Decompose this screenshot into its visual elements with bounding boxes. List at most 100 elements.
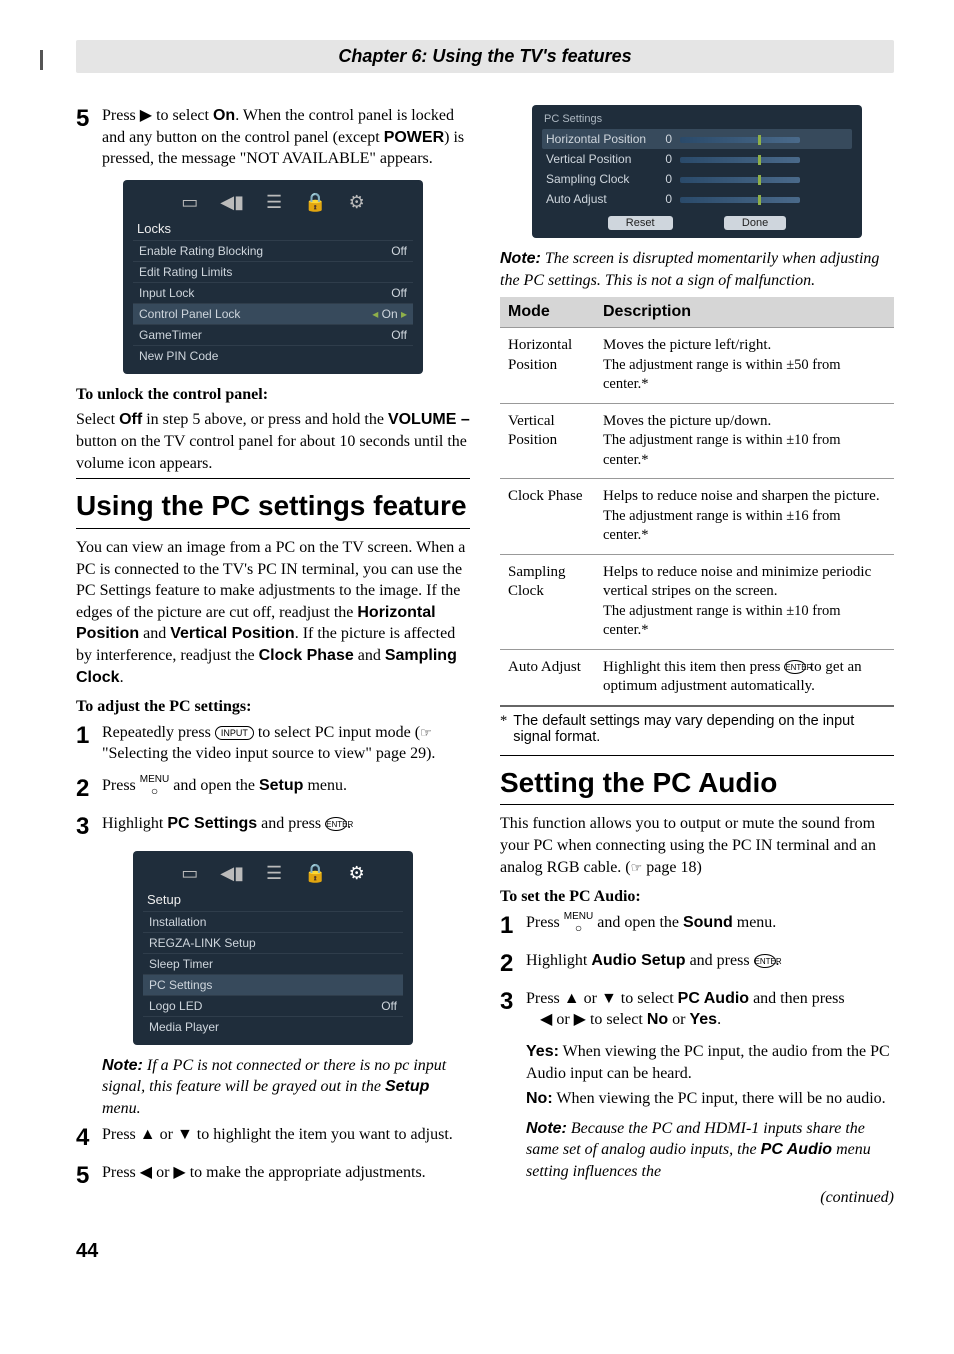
text: menu. xyxy=(733,914,777,931)
label-sound: Sound xyxy=(683,914,733,931)
right-step-2: 2 Highlight Audio Setup and press ENTER. xyxy=(500,950,894,978)
text: Repeatedly press xyxy=(102,724,215,741)
pc-settings-intro: You can view an image from a PC on the T… xyxy=(76,537,470,688)
osd-locks: ▭ ◀▮ ☰ 🔒 ⚙ Locks Enable Rating BlockingO… xyxy=(123,180,423,374)
osd-row-highlighted: PC Settings xyxy=(143,974,403,995)
speaker-icon: ◀▮ xyxy=(220,863,244,884)
osd-label: Horizontal Position xyxy=(546,132,656,146)
left-arrow-icon: ◀ xyxy=(140,1164,152,1181)
step-2: 2 Press MENU○ and open the Setup menu. xyxy=(76,775,470,803)
text: "Selecting the video input source to vie… xyxy=(102,745,435,762)
footnote: * The default settings may vary dependin… xyxy=(500,713,894,745)
unlock-text: Select Off in step 5 above, or press and… xyxy=(76,409,470,474)
text: to select xyxy=(586,1011,647,1028)
osd-row-highlighted: Control Panel Lock◂ On ▸ xyxy=(133,303,413,324)
separator xyxy=(500,755,894,756)
text: and press xyxy=(686,952,754,969)
set-pc-audio-heading: To set the PC Audio: xyxy=(500,886,894,908)
speaker-icon: ◀▮ xyxy=(220,192,244,213)
mode-cell: Horizontal Position xyxy=(500,328,595,404)
osd-label: Vertical Position xyxy=(546,152,656,166)
label-yes: Yes: xyxy=(526,1043,559,1060)
osd-row: Enable Rating BlockingOff xyxy=(133,240,413,261)
step-number-5: 5 xyxy=(76,105,98,133)
step-5-top: 5 Press ▶ to select On. When the control… xyxy=(76,105,470,170)
text: or xyxy=(552,1011,573,1028)
step-number: 3 xyxy=(76,813,98,841)
right-step-3: 3 Press ▲ or ▼ to select PC Audio and th… xyxy=(500,988,894,1031)
text: Press xyxy=(102,1126,140,1143)
label-pc-audio: PC Audio xyxy=(678,990,749,1007)
osd-row: Vertical Position0 xyxy=(542,149,852,169)
chapter-header: Chapter 6: Using the TV's features xyxy=(76,40,894,73)
menu-key-icon: MENU○ xyxy=(140,775,169,797)
down-arrow-icon: ▼ xyxy=(177,1126,193,1143)
yes-desc: Yes: When viewing the PC input, the audi… xyxy=(526,1041,894,1084)
slider-icon xyxy=(680,197,800,203)
osd-label: Control Panel Lock xyxy=(139,307,240,321)
text: . xyxy=(717,1011,721,1028)
text: Highlight xyxy=(526,952,591,969)
text: When viewing the PC input, there will be… xyxy=(553,1090,886,1107)
right-step-1: 1 Press MENU○ and open the Sound menu. xyxy=(500,912,894,940)
text: When viewing the PC input, the audio fro… xyxy=(526,1043,890,1082)
label-pc-audio: PC Audio xyxy=(761,1141,832,1158)
text: Press xyxy=(102,107,140,124)
up-arrow-icon: ▲ xyxy=(140,1126,156,1143)
osd-value: Off xyxy=(391,286,407,300)
desc-cell: Helps to reduce noise and sharpen the pi… xyxy=(595,479,894,555)
osd-label: Media Player xyxy=(149,1020,219,1034)
osd-label: Logo LED xyxy=(149,999,202,1013)
text: . xyxy=(776,952,780,969)
table-row: Horizontal Position Moves the picture le… xyxy=(500,328,894,404)
osd-value: On xyxy=(382,307,398,321)
label-volume-minus: VOLUME – xyxy=(388,411,470,428)
step-number: 3 xyxy=(500,988,522,1016)
text: Press xyxy=(102,777,140,794)
gear-icon: ⚙ xyxy=(349,863,365,884)
note-1: Note: If a PC is not connected or there … xyxy=(102,1055,470,1120)
text: page 18) xyxy=(642,859,702,876)
step-4: 4 Press ▲ or ▼ to highlight the item you… xyxy=(76,1124,470,1152)
osd-value: Off xyxy=(391,244,407,258)
text: Select xyxy=(76,411,119,428)
adjust-heading: To adjust the PC settings: xyxy=(76,696,470,718)
osd-value: 0 xyxy=(656,152,672,166)
left-column: 5 Press ▶ to select On. When the control… xyxy=(76,101,470,1212)
text: and press xyxy=(257,815,325,832)
mode-cell: Auto Adjust xyxy=(500,649,595,706)
osd-value: 0 xyxy=(656,192,672,206)
text: or xyxy=(580,990,601,1007)
osd-value: Off xyxy=(381,999,397,1013)
separator xyxy=(76,528,470,529)
osd-value: 0 xyxy=(656,172,672,186)
mode-cell: Clock Phase xyxy=(500,479,595,555)
osd-setup: ▭ ◀▮ ☰ 🔒 ⚙ Setup Installation REGZA-LINK… xyxy=(133,851,413,1045)
osd-title: Setup xyxy=(143,890,403,911)
step-number: 1 xyxy=(76,722,98,750)
osd-row: Input Lock Off xyxy=(133,282,413,303)
sliders-icon: ☰ xyxy=(266,863,282,884)
text: and open the xyxy=(593,914,683,931)
text: to select xyxy=(152,107,213,124)
left-caret-icon: ◂ xyxy=(372,307,381,321)
osd-row: Logo LED Off xyxy=(143,995,403,1016)
note-label: Note: xyxy=(102,1057,143,1074)
right-arrow-icon: ▶ xyxy=(173,1164,185,1181)
osd-row: Sleep Timer xyxy=(143,953,403,974)
osd-label: Input Lock xyxy=(139,286,194,300)
osd-label: Edit Rating Limits xyxy=(139,265,232,279)
osd-row: Auto Adjust0 xyxy=(542,189,852,209)
enter-key-icon: ENTER xyxy=(325,817,347,831)
pc-audio-intro: This function allows you to output or mu… xyxy=(500,813,894,878)
osd-row-highlighted: Horizontal Position0 xyxy=(542,129,852,149)
text: Press xyxy=(526,914,564,931)
picture-icon: ▭ xyxy=(181,192,198,213)
text: Press xyxy=(102,1164,140,1181)
done-button: Done xyxy=(724,216,786,230)
text: Highlight xyxy=(102,815,167,832)
osd-row: Sampling Clock0 xyxy=(542,169,852,189)
note-3: Note: Because the PC and HDMI-1 inputs s… xyxy=(526,1118,894,1183)
right-arrow-icon: ▶ xyxy=(574,1011,586,1028)
left-arrow-icon: ◀ xyxy=(540,1011,552,1028)
